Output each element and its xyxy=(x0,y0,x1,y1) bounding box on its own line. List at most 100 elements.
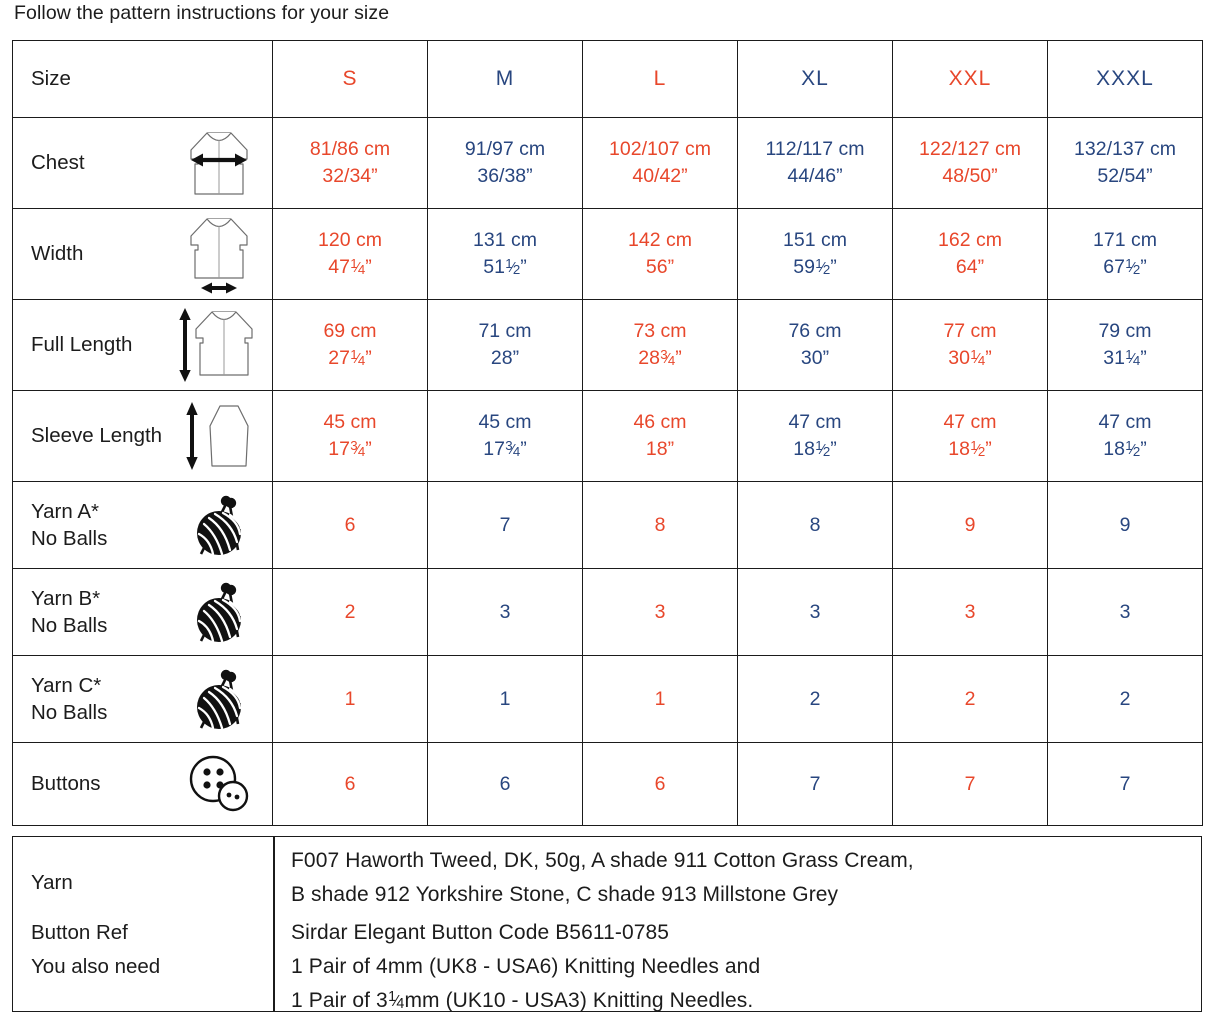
full-length-value-m: 71 cm 28” xyxy=(427,299,583,391)
yarn-a-count-m: 7 xyxy=(427,481,583,569)
buttons-label-cell: Buttons xyxy=(12,742,273,826)
yarn-a-count-l: 8 xyxy=(582,481,738,569)
sleeve-length-value-xl: 47 cm 181⁄2” xyxy=(737,390,893,482)
yarn-c-count-xl: 2 xyxy=(737,655,893,743)
row-label: Chest xyxy=(31,151,85,175)
yarn-detail-line-1: F007 Haworth Tweed, DK, 50g, A shade 911… xyxy=(291,849,914,872)
row-label: Buttons xyxy=(31,772,101,796)
full-length-value-xl: 76 cm 30” xyxy=(737,299,893,391)
width-value-xl: 151 cm 591⁄2” xyxy=(737,208,893,300)
row-label: Size xyxy=(31,67,71,91)
sleeve-inches-xxl: 181⁄2” xyxy=(948,437,992,460)
yarn-a-count-s: 6 xyxy=(272,481,428,569)
sleeve-length-value-m: 45 cm 173⁄4” xyxy=(427,390,583,482)
size-header-xl: XL xyxy=(737,40,893,118)
materials-info-block: Yarn Button Ref You also need F007 Hawor… xyxy=(12,836,1202,1012)
row-label: Full Length xyxy=(31,333,133,357)
table-row-yarn-c: Yarn C* No Balls 1 1 1 2 2 2 xyxy=(12,655,1203,743)
full-length-inches-l: 283⁄4” xyxy=(638,346,682,369)
row-label: Sleeve Length xyxy=(31,424,163,448)
yarn-a-line2: No Balls xyxy=(31,527,108,550)
row-label: Yarn C* No Balls xyxy=(31,672,107,726)
chest-value-m: 91/97 cm 36/38” xyxy=(427,117,583,209)
cardigan-full-length-icon xyxy=(176,302,262,388)
info-value-column: F007 Haworth Tweed, DK, 50g, A shade 911… xyxy=(291,837,1191,1013)
size-header-s: S xyxy=(272,40,428,118)
yarn-b-count-s: 2 xyxy=(272,568,428,656)
cardigan-chest-width-icon xyxy=(176,120,262,206)
table-row-full-length: Full Length 69 cm 271⁄4” 71 cm 28” 73 cm… xyxy=(12,299,1203,391)
yarn-b-line2: No Balls xyxy=(31,614,108,637)
width-inches-xl: 591⁄2” xyxy=(793,255,837,278)
chest-value-s: 81/86 cm 32/34” xyxy=(272,117,428,209)
chest-value-xxl: 122/127 cm 48/50” xyxy=(892,117,1048,209)
buttons-count-m: 6 xyxy=(427,742,583,826)
row-label: Yarn B* No Balls xyxy=(31,585,107,639)
yarn-detail-line-2: B shade 912 Yorkshire Stone, C shade 913… xyxy=(291,883,839,906)
width-inches-s: 471⁄4” xyxy=(328,255,372,278)
info-label-yarn: Yarn xyxy=(31,871,73,894)
yarn-b-count-xxxl: 3 xyxy=(1047,568,1203,656)
cardigan-hem-width-icon xyxy=(176,211,262,297)
yarn-c-line2: No Balls xyxy=(31,701,108,724)
button-ref-value: Sirdar Elegant Button Code B5611-0785 xyxy=(291,921,670,944)
full-length-value-l: 73 cm 283⁄4” xyxy=(582,299,738,391)
yarn-a-count-xl: 8 xyxy=(737,481,893,569)
needles-line-2-post: mm (UK10 - USA3) Knitting Needles. xyxy=(404,989,754,1012)
size-header-l: L xyxy=(582,40,738,118)
table-row-yarn-a: Yarn A* No Balls 6 7 8 8 9 9 xyxy=(12,481,1203,569)
size-header-m: M xyxy=(427,40,583,118)
full-length-value-s: 69 cm 271⁄4” xyxy=(272,299,428,391)
yarn-ball-icon xyxy=(176,569,262,655)
width-value-xxl: 162 cm 64” xyxy=(892,208,1048,300)
table-row-sleeve-length: Sleeve Length 45 cm 173⁄4” 45 cm 173⁄4” … xyxy=(12,390,1203,482)
width-inches-xxxl: 671⁄2” xyxy=(1103,255,1147,278)
yarn-c-count-s: 1 xyxy=(272,655,428,743)
sleeve-length-value-xxxl: 47 cm 181⁄2” xyxy=(1047,390,1203,482)
sleeve-inches-s: 173⁄4” xyxy=(328,437,372,460)
yarn-b-line1: Yarn B* xyxy=(31,586,101,610)
sleeve-length-value-s: 45 cm 173⁄4” xyxy=(272,390,428,482)
yarn-b-label-cell: Yarn B* No Balls xyxy=(12,568,273,656)
sleeve-inches-xl: 181⁄2” xyxy=(793,437,837,460)
yarn-a-line1: Yarn A* xyxy=(31,499,99,523)
buttons-count-xxxl: 7 xyxy=(1047,742,1203,826)
intro-instruction: Follow the pattern instructions for your… xyxy=(14,2,390,24)
chest-label-cell: Chest xyxy=(12,117,273,209)
yarn-c-count-xxl: 2 xyxy=(892,655,1048,743)
size-label-cell: Size xyxy=(12,40,273,118)
full-length-value-xxxl: 79 cm 311⁄4” xyxy=(1047,299,1203,391)
sleeve-length-value-xxl: 47 cm 181⁄2” xyxy=(892,390,1048,482)
size-measurements-table: Size S M L XL XXL XXXL Chest 81/86 cm 32… xyxy=(12,40,1203,826)
yarn-b-count-xl: 3 xyxy=(737,568,893,656)
needles-line-1: 1 Pair of 4mm (UK8 - USA6) Knitting Need… xyxy=(291,955,761,978)
yarn-ball-icon xyxy=(176,656,262,742)
table-header-row: Size S M L XL XXL XXXL xyxy=(12,40,1203,118)
full-length-inches-xxxl: 311⁄4” xyxy=(1103,346,1147,369)
yarn-a-label-cell: Yarn A* No Balls xyxy=(12,481,273,569)
sleeve-inches-m: 173⁄4” xyxy=(483,437,527,460)
table-row-width: Width 120 cm 471⁄4” 131 cm 511⁄2” 142 cm… xyxy=(12,208,1203,300)
full-length-inches-xxl: 301⁄4” xyxy=(948,346,992,369)
info-label-button-ref: Button Ref xyxy=(31,921,128,944)
yarn-a-count-xxl: 9 xyxy=(892,481,1048,569)
width-inches-m: 511⁄2” xyxy=(483,255,527,278)
yarn-c-label-cell: Yarn C* No Balls xyxy=(12,655,273,743)
width-value-l: 142 cm 56” xyxy=(582,208,738,300)
sleeve-length-value-l: 46 cm 18” xyxy=(582,390,738,482)
row-label: Yarn A* No Balls xyxy=(31,498,107,552)
row-label: Width xyxy=(31,242,84,266)
quarter-fraction: 1⁄4 xyxy=(388,989,405,1013)
pattern-size-chart-page: Follow the pattern instructions for your… xyxy=(0,0,1214,1023)
buttons-count-xxl: 7 xyxy=(892,742,1048,826)
yarn-c-count-l: 1 xyxy=(582,655,738,743)
info-column-divider xyxy=(273,837,275,1011)
yarn-b-count-xxl: 3 xyxy=(892,568,1048,656)
full-length-inches-s: 271⁄4” xyxy=(328,346,372,369)
yarn-a-count-xxxl: 9 xyxy=(1047,481,1203,569)
buttons-count-s: 6 xyxy=(272,742,428,826)
yarn-b-count-m: 3 xyxy=(427,568,583,656)
width-value-xxxl: 171 cm 671⁄2” xyxy=(1047,208,1203,300)
table-row-buttons: Buttons 6 6 6 7 7 7 xyxy=(12,742,1203,826)
yarn-ball-icon xyxy=(176,482,262,568)
